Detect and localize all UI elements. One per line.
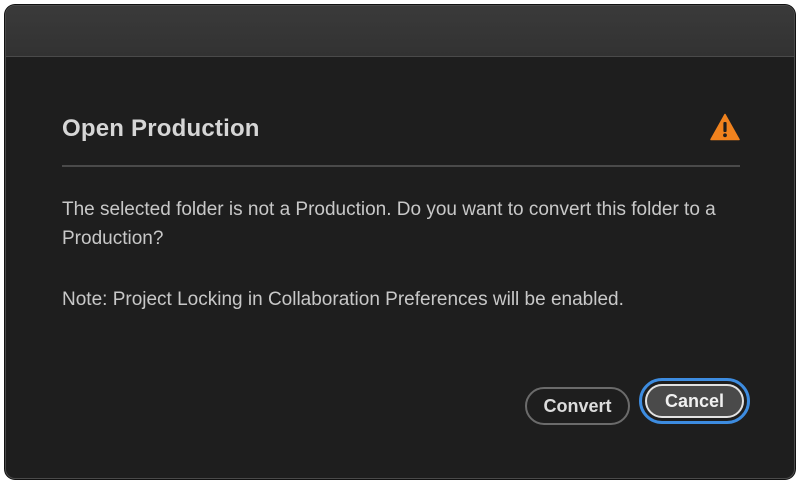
warning-icon [710, 113, 740, 141]
dialog-window: Open Production The selected folder is n… [5, 5, 795, 479]
dialog-message: The selected folder is not a Production.… [62, 199, 716, 249]
dialog-content: Open Production The selected folder is n… [62, 57, 750, 477]
warning-icon-graphic [710, 113, 740, 141]
convert-button[interactable]: Convert [525, 387, 630, 425]
dialog-header: Open Production [62, 113, 740, 159]
dialog-note: Note: Project Locking in Collaboration P… [62, 289, 624, 310]
cancel-button[interactable]: Cancel [645, 384, 744, 418]
window-titlebar[interactable] [6, 6, 794, 57]
header-divider [62, 165, 740, 167]
dialog-title: Open Production [62, 115, 260, 142]
